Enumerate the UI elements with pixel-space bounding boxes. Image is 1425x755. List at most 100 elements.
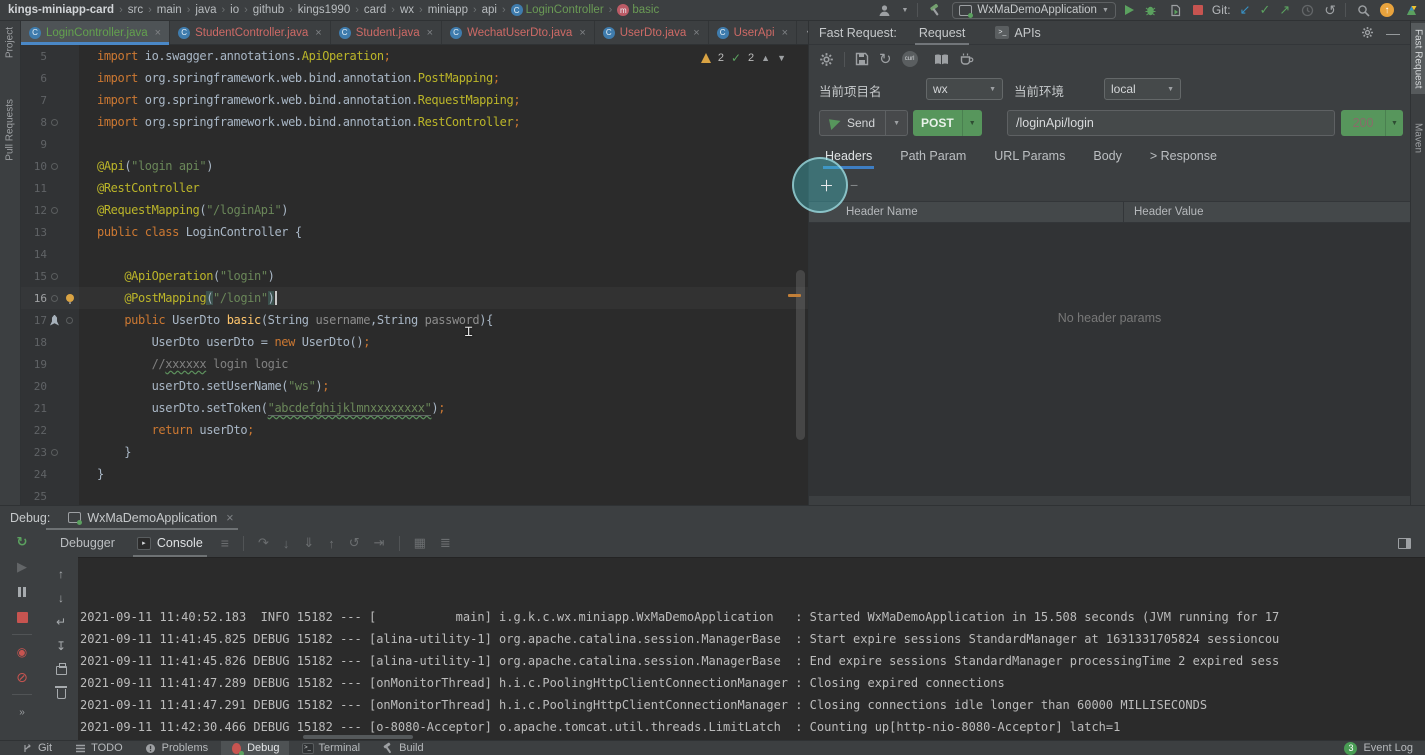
event-log-badge[interactable]: 3 — [1344, 742, 1357, 755]
console-output[interactable]: 2021-09-11 11:40:52.183 INFO 15182 --- [… — [78, 557, 1425, 741]
editor-tab[interactable]: CLoginController.java× — [21, 21, 170, 44]
code-line[interactable]: 19 //xxxxxx login logic — [21, 353, 808, 375]
breadcrumb-item[interactable]: kings1990 — [296, 4, 352, 16]
code-line[interactable]: 6import org.springframework.web.bind.ann… — [21, 67, 808, 89]
tab-path-param[interactable]: Path Param — [898, 143, 968, 169]
breadcrumb-item[interactable]: wx — [398, 4, 416, 16]
scroll-to-end-icon[interactable]: ↧ — [53, 639, 69, 653]
breadcrumb-item[interactable]: card — [362, 4, 388, 16]
add-header-button[interactable]: ＋ — [819, 175, 834, 196]
clear-console-icon[interactable] — [53, 687, 69, 701]
chevron-up-icon[interactable]: ▲ — [761, 53, 770, 63]
send-button[interactable]: Send ▼ — [819, 110, 908, 136]
view-breakpoints-icon[interactable]: ◉ — [14, 644, 30, 660]
breadcrumb-item[interactable]: main — [155, 4, 184, 16]
code-line[interactable]: 21 userDto.setToken("abcdefghijklmnxxxxx… — [21, 397, 808, 419]
inspection-widget[interactable]: 2 ✓ 2 ▲ ▼ — [701, 51, 786, 65]
coffee-cup-icon[interactable] — [959, 52, 974, 66]
debug-session-tab[interactable]: WxMaDemoApplication × — [64, 508, 237, 528]
code-line[interactable]: 22 return userDto; — [21, 419, 808, 441]
breadcrumb-item[interactable]: CLoginController — [509, 4, 606, 16]
close-icon[interactable]: × — [693, 27, 699, 39]
user-icon[interactable] — [876, 2, 892, 18]
soft-wrap-icon[interactable]: ↵ — [53, 615, 69, 629]
up-stack-icon[interactable]: ↑ — [53, 567, 69, 581]
close-icon[interactable]: × — [579, 27, 585, 39]
status-item-debug[interactable]: Debug — [221, 741, 288, 755]
status-item-terminal[interactable]: >_Terminal — [293, 741, 370, 755]
breadcrumb-item[interactable]: java — [193, 4, 218, 16]
editor-tab[interactable]: CStudent.java× — [331, 21, 442, 44]
hide-panel-icon[interactable]: — — [1386, 25, 1400, 41]
code-line[interactable]: 18 UserDto userDto = new UserDto(); — [21, 331, 808, 353]
down-stack-icon[interactable]: ↓ — [53, 591, 69, 605]
update-available-icon[interactable]: ↑ — [1380, 3, 1394, 17]
code-line[interactable]: 7import org.springframework.web.bind.ann… — [21, 89, 808, 111]
gear-icon[interactable] — [1361, 26, 1374, 39]
project-select[interactable]: wx ▼ — [926, 78, 1003, 100]
stripe-item-maven[interactable]: Maven — [1411, 123, 1425, 153]
chevron-down-icon[interactable]: ▼ — [777, 53, 786, 63]
tab-body[interactable]: Body — [1091, 143, 1124, 169]
console-horizontal-scrollbar[interactable] — [303, 735, 413, 739]
debug-button[interactable] — [1143, 2, 1159, 18]
url-input[interactable] — [1007, 110, 1335, 136]
breadcrumb-item[interactable]: miniapp — [426, 4, 470, 16]
editor-tab[interactable]: CWechatUserDto.java× — [442, 21, 595, 44]
send-options-dropdown[interactable]: ▼ — [885, 111, 907, 135]
tab-debugger[interactable]: Debugger — [56, 532, 119, 554]
git-commit-icon[interactable]: ✓ — [1259, 2, 1270, 18]
trace-settings-icon[interactable]: ≣ — [440, 535, 451, 551]
close-icon[interactable]: × — [226, 511, 233, 525]
status-code-badge[interactable]: 200 ▼ — [1341, 110, 1403, 136]
status-item-todo[interactable]: TODO — [65, 741, 132, 755]
git-push-icon[interactable]: ↗ — [1279, 2, 1290, 18]
code-line[interactable]: 16 @PostMapping("/login") — [21, 287, 808, 309]
close-icon[interactable]: × — [155, 27, 161, 39]
breadcrumb-item[interactable]: kings-miniapp-card — [6, 4, 116, 16]
breadcrumb-item[interactable]: mbasic — [615, 4, 661, 16]
step-over-icon[interactable]: ↷ — [258, 535, 269, 551]
tab-console[interactable]: ▸Console — [133, 532, 207, 554]
rollback-icon[interactable]: ↺ — [1324, 2, 1336, 19]
resume-icon[interactable]: ▶ — [14, 559, 30, 575]
status-item-problems[interactable]: Problems — [136, 741, 217, 755]
editor-tab[interactable]: CStudentController.java× — [170, 21, 331, 44]
run-button[interactable] — [1125, 5, 1134, 15]
code-line[interactable]: 24} — [21, 463, 808, 485]
editor-tab[interactable]: CUserDto.java× — [595, 21, 709, 44]
drop-frame-icon[interactable]: ↺ — [349, 535, 360, 551]
code-line[interactable]: 14 — [21, 243, 808, 265]
editor-tab[interactable]: CUserApi× — [709, 21, 797, 44]
code-line[interactable]: 23 } — [21, 441, 808, 463]
menu-icon[interactable]: ≡ — [221, 535, 229, 551]
breadcrumb-item[interactable]: api — [480, 4, 499, 16]
code-line[interactable]: 13public class LoginController { — [21, 221, 808, 243]
force-step-into-icon[interactable]: ⇓ — [303, 535, 314, 551]
code-line[interactable]: 25 — [21, 485, 808, 505]
mute-breakpoints-icon[interactable]: ⊘ — [14, 669, 30, 685]
tab-url-params[interactable]: URL Params — [992, 143, 1067, 169]
history-clock-icon[interactable] — [1299, 2, 1315, 18]
step-out-icon[interactable]: ↑ — [328, 536, 335, 551]
environment-select[interactable]: local ▼ — [1104, 78, 1181, 100]
breadcrumb-item[interactable]: github — [251, 4, 286, 16]
curl-icon[interactable]: curl — [902, 51, 918, 67]
fast-request-tab-request[interactable]: Request — [911, 24, 974, 42]
status-item-build[interactable]: Build — [373, 741, 432, 755]
code-line[interactable]: 12@RequestMapping("/loginApi") — [21, 199, 808, 221]
code-line[interactable]: 9 — [21, 133, 808, 155]
layout-settings-icon[interactable] — [1398, 538, 1411, 549]
code-line[interactable]: 20 userDto.setUserName("ws"); — [21, 375, 808, 397]
stripe-item-fast-request[interactable]: Fast Request — [1411, 23, 1425, 94]
refresh-icon[interactable]: ↻ — [879, 50, 892, 68]
code-editor[interactable]: 5import io.swagger.annotations.ApiOperat… — [21, 45, 808, 505]
stripe-item-pull-requests[interactable]: Pull Requests — [0, 99, 20, 161]
git-update-icon[interactable]: ↙ — [1240, 2, 1251, 18]
search-icon[interactable] — [1355, 2, 1371, 18]
pause-icon[interactable] — [14, 584, 30, 600]
fast-request-rocket-icon[interactable] — [50, 315, 59, 326]
gear-icon[interactable] — [819, 52, 834, 67]
close-icon[interactable]: × — [315, 27, 321, 39]
error-stripe-mark[interactable] — [788, 294, 801, 297]
